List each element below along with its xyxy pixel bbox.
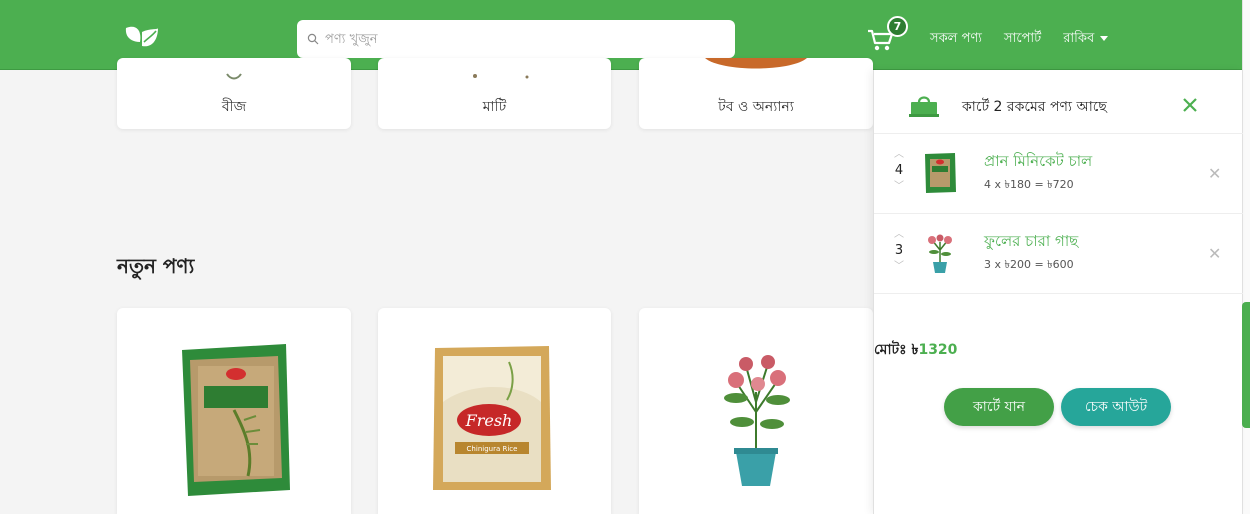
fresh-rice-pack-image: Fresh Chinigura Rice [433,346,551,490]
category-card-pots[interactable]: টব ও অন্যান্য [639,58,873,129]
seed-image [226,73,242,80]
svg-text:Fresh: Fresh [465,411,513,430]
product-card[interactable] [117,308,351,514]
cart-total-value: 1320 [918,342,958,358]
close-icon[interactable] [1179,94,1201,116]
flower-plant-image [724,355,790,486]
svg-text:Chinigura Rice: Chinigura Rice [467,445,518,453]
cart-item-price: 3 x ৳200 = ৳600 [984,258,1074,271]
side-scroll-tab[interactable] [1242,302,1250,428]
chevron-up-icon[interactable]: ︿ [888,228,910,242]
remove-item-icon[interactable]: ✕ [1208,164,1221,183]
cart-drawer-header: কার্টে 2 রকমের পণ্য আছে [874,70,1243,134]
cart-item: ︿ 3 ﹀ ফুলের চারা গাছ 3 x ৳200 = ৳600 ✕ [874,214,1243,294]
shopping-bag-icon [909,96,939,117]
cart-item-name[interactable]: ফুলের চারা গাছ [984,230,1078,255]
search-input[interactable] [325,31,705,47]
cart-drawer-title: কার্টে 2 রকমের পণ্য আছে [962,99,1107,115]
cart-item-name[interactable]: প্রান মিনিকেট চাল [984,150,1092,175]
remove-item-icon[interactable]: ✕ [1208,244,1221,263]
chevron-up-icon[interactable]: ︿ [888,148,910,162]
nav-links: সকল পণ্য সাপোর্ট রাকিব [930,29,1109,50]
cart-item-price: 4 x ৳180 = ৳720 [984,178,1074,191]
category-card-seeds[interactable]: বীজ [117,58,351,129]
product-card[interactable] [639,308,873,514]
pot-image [705,58,807,69]
category-card-soil[interactable]: মাটি [378,58,611,129]
chevron-down-icon[interactable]: ﹀ [888,260,910,274]
quantity-stepper[interactable]: ︿ 4 ﹀ [888,148,910,200]
category-label: টব ও অন্যান্য [718,99,794,115]
flower-plant-thumbnail [928,234,952,273]
page-edge [1242,0,1250,514]
cart-total: মোটঃ ৳1320 [874,338,957,362]
category-label: বীজ [221,99,247,115]
user-name: রাকিব [1063,31,1095,46]
cart-drawer: কার্টে 2 রকমের পণ্য আছে ︿ 4 ﹀ প্রান মিনি… [873,70,1243,514]
cart-item: ︿ 4 ﹀ প্রান মিনিকেট চাল 4 x ৳180 = ৳720 … [874,134,1243,214]
nav-user-menu[interactable]: রাকিব [1063,29,1109,50]
rice-bag-thumbnail [925,153,956,193]
nav-support[interactable]: সাপোর্ট [1004,29,1041,50]
chevron-down-icon [1100,36,1109,41]
cart-total-label: মোটঃ ৳ [874,342,919,358]
quantity-value: 4 [894,163,904,178]
soil-image [472,74,528,79]
search-icon [307,33,319,45]
cart-count-badge: 7 [887,16,908,37]
rice-bag-image [182,344,290,496]
go-to-cart-button[interactable]: কার্টে যান [944,388,1054,426]
category-label: মাটি [482,99,507,115]
quantity-stepper[interactable]: ︿ 3 ﹀ [888,228,910,280]
new-products-heading: নতুন পণ্য [117,254,195,278]
product-card[interactable]: Fresh Chinigura Rice [378,308,611,514]
nav-all-products[interactable]: সকল পণ্য [930,29,982,50]
chevron-down-icon[interactable]: ﹀ [888,180,910,194]
logo-icon[interactable] [122,22,162,52]
search-box[interactable] [297,20,735,58]
quantity-value: 3 [894,243,904,258]
checkout-button[interactable]: চেক আউট [1061,388,1171,426]
